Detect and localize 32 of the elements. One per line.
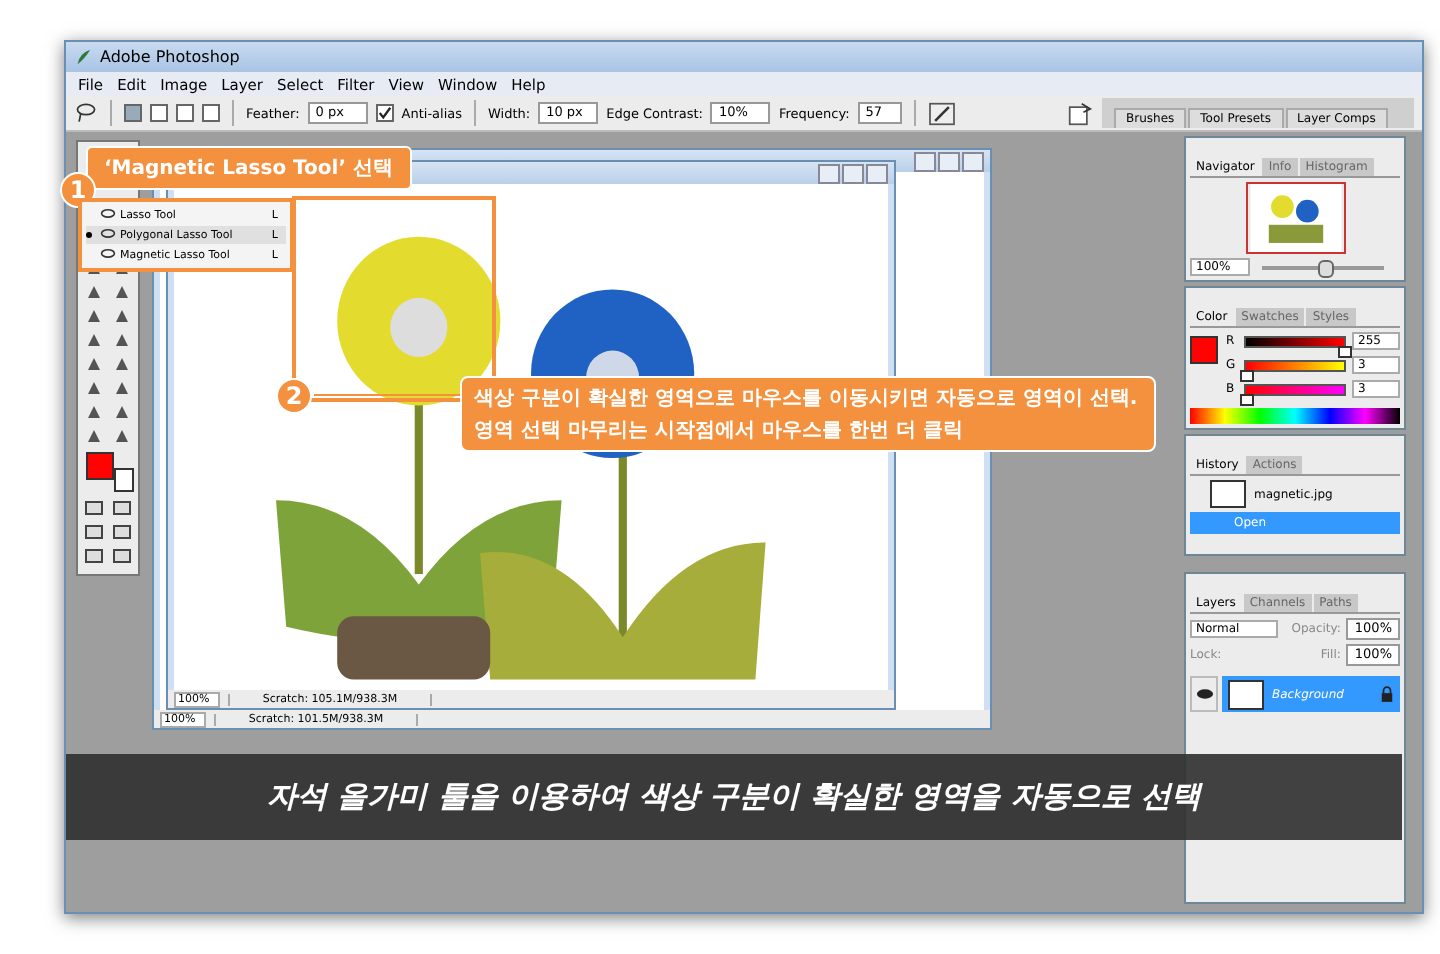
callout-text: 영역 선택 마무리는 시작점에서 마우스를 한번 더 클릭	[474, 418, 965, 444]
callout-label: ‘Magnetic Lasso Tool’ 선택	[86, 146, 411, 190]
feather-icon	[74, 48, 92, 66]
background-color-swatch[interactable]	[114, 468, 134, 492]
selection-mode-button[interactable]	[176, 104, 194, 122]
window-title: Adobe Photoshop	[100, 48, 240, 66]
zoom-slider-thumb[interactable]	[1317, 259, 1333, 277]
window-control-button[interactable]	[962, 151, 984, 171]
channel-slider-thumb[interactable]	[1338, 345, 1352, 357]
caption-text: 자석 올가미 툴을 이용하여 색상 구분이 확실한 영역을 자동으로 선택	[267, 778, 1201, 816]
pen-tablet-icon[interactable]	[927, 101, 956, 125]
thumbnail-drawing	[1245, 182, 1345, 254]
selection-mode-button[interactable]	[202, 104, 220, 122]
channel-slider-thumb[interactable]	[1240, 369, 1255, 381]
window-control-button[interactable]	[914, 151, 936, 171]
window-control-button[interactable]	[866, 163, 888, 183]
channel-slider-thumb[interactable]	[1240, 393, 1255, 405]
callout-text: 색상 구분이 확실한 영역으로 마우스를 이동시키면 자동으로 영역이 선택.	[474, 386, 1140, 412]
layer-thumbnail	[1228, 679, 1264, 709]
window-control-button[interactable]	[842, 163, 864, 183]
file-browser-icon[interactable]	[1066, 101, 1094, 125]
lasso-icon[interactable]	[74, 102, 98, 124]
selection-mode-button[interactable]	[150, 104, 168, 122]
foreground-color-swatch[interactable]	[86, 452, 114, 480]
window-control-button[interactable]	[938, 151, 960, 171]
window-control-button[interactable]	[818, 163, 840, 183]
snapshot-thumbnail	[1210, 480, 1246, 508]
eye-icon[interactable]	[1190, 676, 1218, 712]
bullet-icon	[86, 231, 92, 237]
color-ramp[interactable]	[1190, 408, 1400, 424]
anti-alias-checkbox[interactable]	[375, 104, 394, 122]
foreground-color-swatch[interactable]	[1190, 336, 1218, 364]
